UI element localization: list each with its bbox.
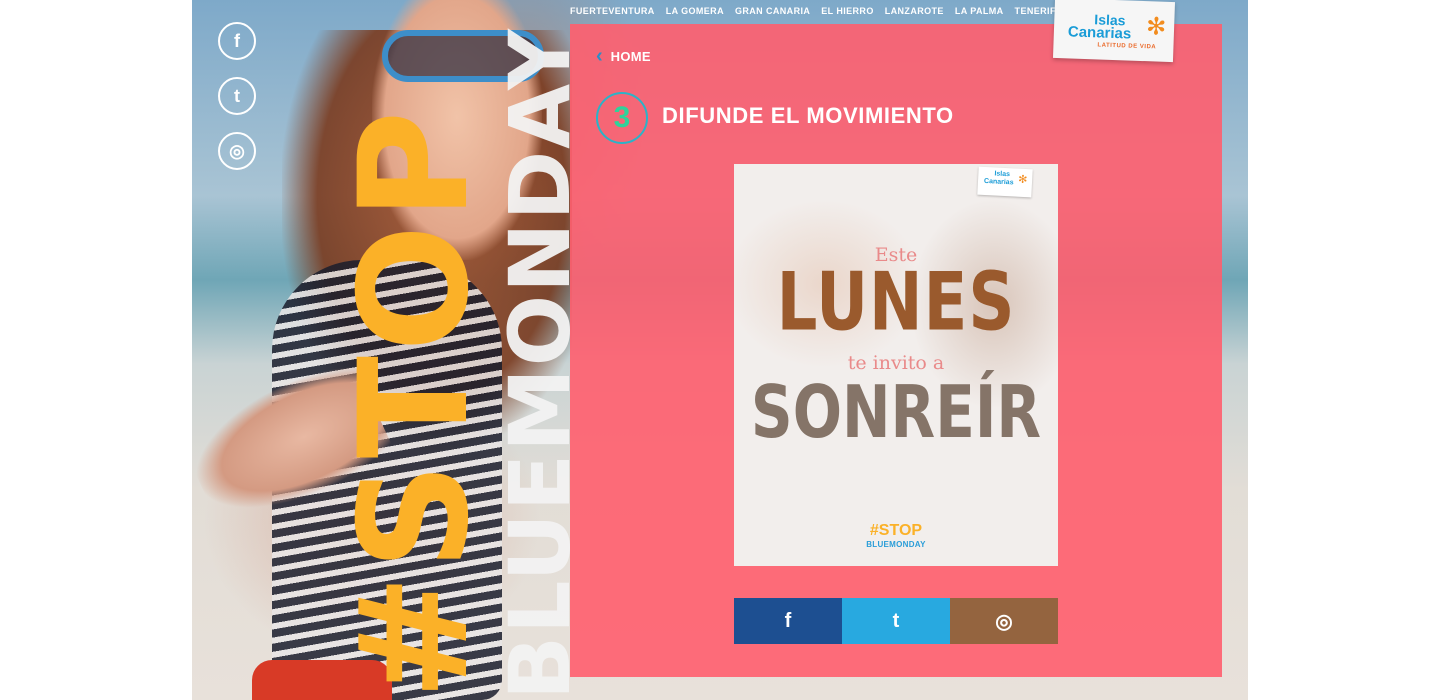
nav-item-la-gomera[interactable]: LA GOMERA bbox=[666, 6, 724, 16]
share-poster-image: Islas Canarias ✻ Este LUNES te invito a … bbox=[734, 164, 1058, 566]
poster-lunes: LUNES bbox=[776, 256, 1016, 350]
instagram-icon: ◎ bbox=[995, 610, 1013, 633]
home-link[interactable]: ‹ HOME bbox=[596, 46, 651, 66]
nav-item-gran-canaria[interactable]: GRAN CANARIA bbox=[735, 6, 810, 16]
logo-line2: Canarias bbox=[1067, 23, 1132, 43]
home-label: HOME bbox=[610, 48, 651, 64]
poster-logo-line2: Canarias bbox=[983, 177, 1014, 187]
nav-item-lanzarote[interactable]: LANZAROTE bbox=[885, 6, 944, 16]
share-facebook-button[interactable]: f bbox=[734, 598, 842, 644]
flower-icon: ✻ bbox=[1145, 13, 1167, 41]
islas-canarias-logo[interactable]: Islas Canarias LATITUD DE VIDA ✻ bbox=[1052, 0, 1176, 63]
share-twitter-button[interactable]: t bbox=[842, 598, 950, 644]
instagram-icon[interactable]: ◎ bbox=[218, 132, 256, 170]
share-buttons: f t ◎ bbox=[734, 598, 1058, 644]
poster-sonreir: SONREÍR bbox=[750, 369, 1042, 455]
poster-stop: #STOP bbox=[869, 522, 923, 539]
poster-logo: Islas Canarias ✻ bbox=[977, 166, 1033, 198]
facebook-icon: f bbox=[784, 609, 792, 632]
poster-bluemonday: BLUEMONDAY bbox=[866, 540, 926, 549]
content-panel: ‹ HOME 3 DIFUNDE EL MOVIMIENTO Islas Can… bbox=[570, 24, 1222, 677]
hero-stage: #STOP BLUEMONDAY f t ◎ FUERTEVENTURA LA … bbox=[192, 0, 1248, 700]
nav-item-fuerteventura[interactable]: FUERTEVENTURA bbox=[570, 6, 655, 16]
facebook-icon[interactable]: f bbox=[218, 22, 256, 60]
share-instagram-button[interactable]: ◎ bbox=[950, 598, 1058, 644]
social-links: f t ◎ bbox=[218, 22, 256, 187]
step-title: DIFUNDE EL MOVIMIENTO bbox=[662, 103, 954, 128]
twitter-icon[interactable]: t bbox=[218, 77, 256, 115]
headline-stop: #STOP bbox=[328, 106, 502, 700]
poster-logo-line1: Islas bbox=[994, 170, 1011, 179]
nav-item-la-palma[interactable]: LA PALMA bbox=[955, 6, 1004, 16]
step-number-badge: 3 bbox=[596, 92, 648, 144]
chevron-left-icon: ‹ bbox=[596, 45, 603, 67]
nav-item-el-hierro[interactable]: EL HIERRO bbox=[821, 6, 873, 16]
logo-tagline: LATITUD DE VIDA bbox=[1097, 42, 1157, 51]
flower-icon: ✻ bbox=[1017, 173, 1028, 187]
twitter-icon: t bbox=[892, 609, 900, 632]
island-nav: FUERTEVENTURA LA GOMERA GRAN CANARIA EL … bbox=[570, 6, 1062, 16]
